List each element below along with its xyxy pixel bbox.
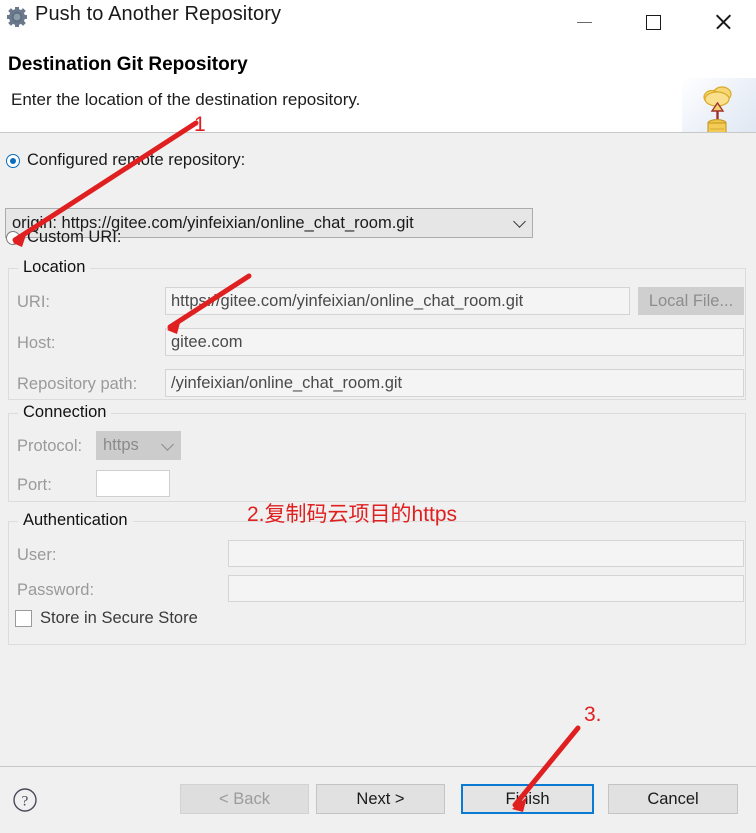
chevron-down-icon [161, 437, 174, 451]
maximize-button[interactable] [630, 0, 676, 44]
location-group-title: Location [18, 258, 91, 277]
repository-path-label: Repository path: [17, 375, 138, 393]
checkbox-indicator [15, 610, 32, 627]
radio-custom-uri[interactable]: Custom URI: [6, 228, 121, 247]
connection-group: Connection Protocol: https Port: [8, 403, 746, 502]
push-to-another-repository-dialog: Push to Another Repository Destination G… [0, 0, 756, 833]
uri-label: URI: [17, 293, 50, 311]
svg-text:?: ? [22, 794, 29, 810]
protocol-combo[interactable]: https [96, 431, 181, 460]
page-description: Enter the location of the destination re… [11, 90, 361, 109]
window-title: Push to Another Repository [35, 3, 282, 25]
radio-configured-remote[interactable]: Configured remote repository: [6, 151, 245, 170]
minimize-icon [576, 21, 592, 23]
gear-icon [6, 6, 28, 28]
next-button-label: Next > [356, 789, 405, 808]
location-group: Location URI: https://gitee.com/yinfeixi… [8, 258, 746, 400]
help-question-icon[interactable]: ? [12, 787, 38, 813]
finish-button[interactable]: Finish [461, 784, 594, 814]
radio-configured-remote-label: Configured remote repository: [27, 151, 246, 169]
protocol-combo-value: https [103, 436, 139, 454]
local-file-button[interactable]: Local File... [638, 287, 744, 315]
user-label: User: [17, 546, 57, 564]
wizard-header: Destination Git Repository Enter the loc… [0, 44, 756, 144]
connection-group-title: Connection [18, 403, 112, 422]
port-label: Port: [17, 476, 52, 494]
authentication-group: Authentication User: Password: Store in … [8, 511, 746, 645]
chevron-down-icon [513, 215, 526, 228]
repository-path-input[interactable]: /yinfeixian/online_chat_room.git [165, 369, 744, 397]
cancel-button-label: Cancel [647, 789, 699, 808]
dialog-body: Configured remote repository: origin: ht… [0, 133, 756, 767]
user-input[interactable] [228, 540, 744, 567]
store-in-secure-store-label: Store in Secure Store [40, 609, 198, 627]
back-button-label: < Back [219, 789, 270, 808]
store-in-secure-store-checkbox[interactable]: Store in Secure Store [15, 609, 198, 628]
host-input-value: gitee.com [171, 332, 243, 351]
authentication-group-title: Authentication [18, 511, 133, 530]
next-button[interactable]: Next > [316, 784, 445, 814]
page-title: Destination Git Repository [8, 54, 248, 75]
back-button[interactable]: < Back [180, 784, 309, 814]
port-input[interactable] [96, 470, 170, 497]
local-file-button-label: Local File... [648, 291, 734, 310]
finish-button-label: Finish [505, 789, 550, 808]
radio-configured-remote-indicator [6, 153, 20, 168]
password-input[interactable] [228, 575, 744, 602]
minimize-button[interactable] [561, 0, 607, 44]
cancel-button[interactable]: Cancel [608, 784, 738, 814]
host-label: Host: [17, 334, 56, 352]
protocol-label: Protocol: [17, 437, 83, 455]
title-bar: Push to Another Repository [0, 0, 756, 44]
host-input[interactable]: gitee.com [165, 328, 744, 356]
repository-path-input-value: /yinfeixian/online_chat_room.git [171, 373, 403, 392]
radio-custom-uri-label: Custom URI: [27, 228, 122, 246]
password-label: Password: [17, 581, 95, 599]
close-icon [714, 13, 732, 31]
close-button[interactable] [700, 0, 746, 44]
uri-input[interactable]: https://gitee.com/yinfeixian/online_chat… [165, 287, 630, 315]
radio-custom-uri-indicator [6, 230, 20, 245]
uri-input-value: https://gitee.com/yinfeixian/online_chat… [171, 291, 524, 310]
maximize-icon [645, 14, 661, 30]
